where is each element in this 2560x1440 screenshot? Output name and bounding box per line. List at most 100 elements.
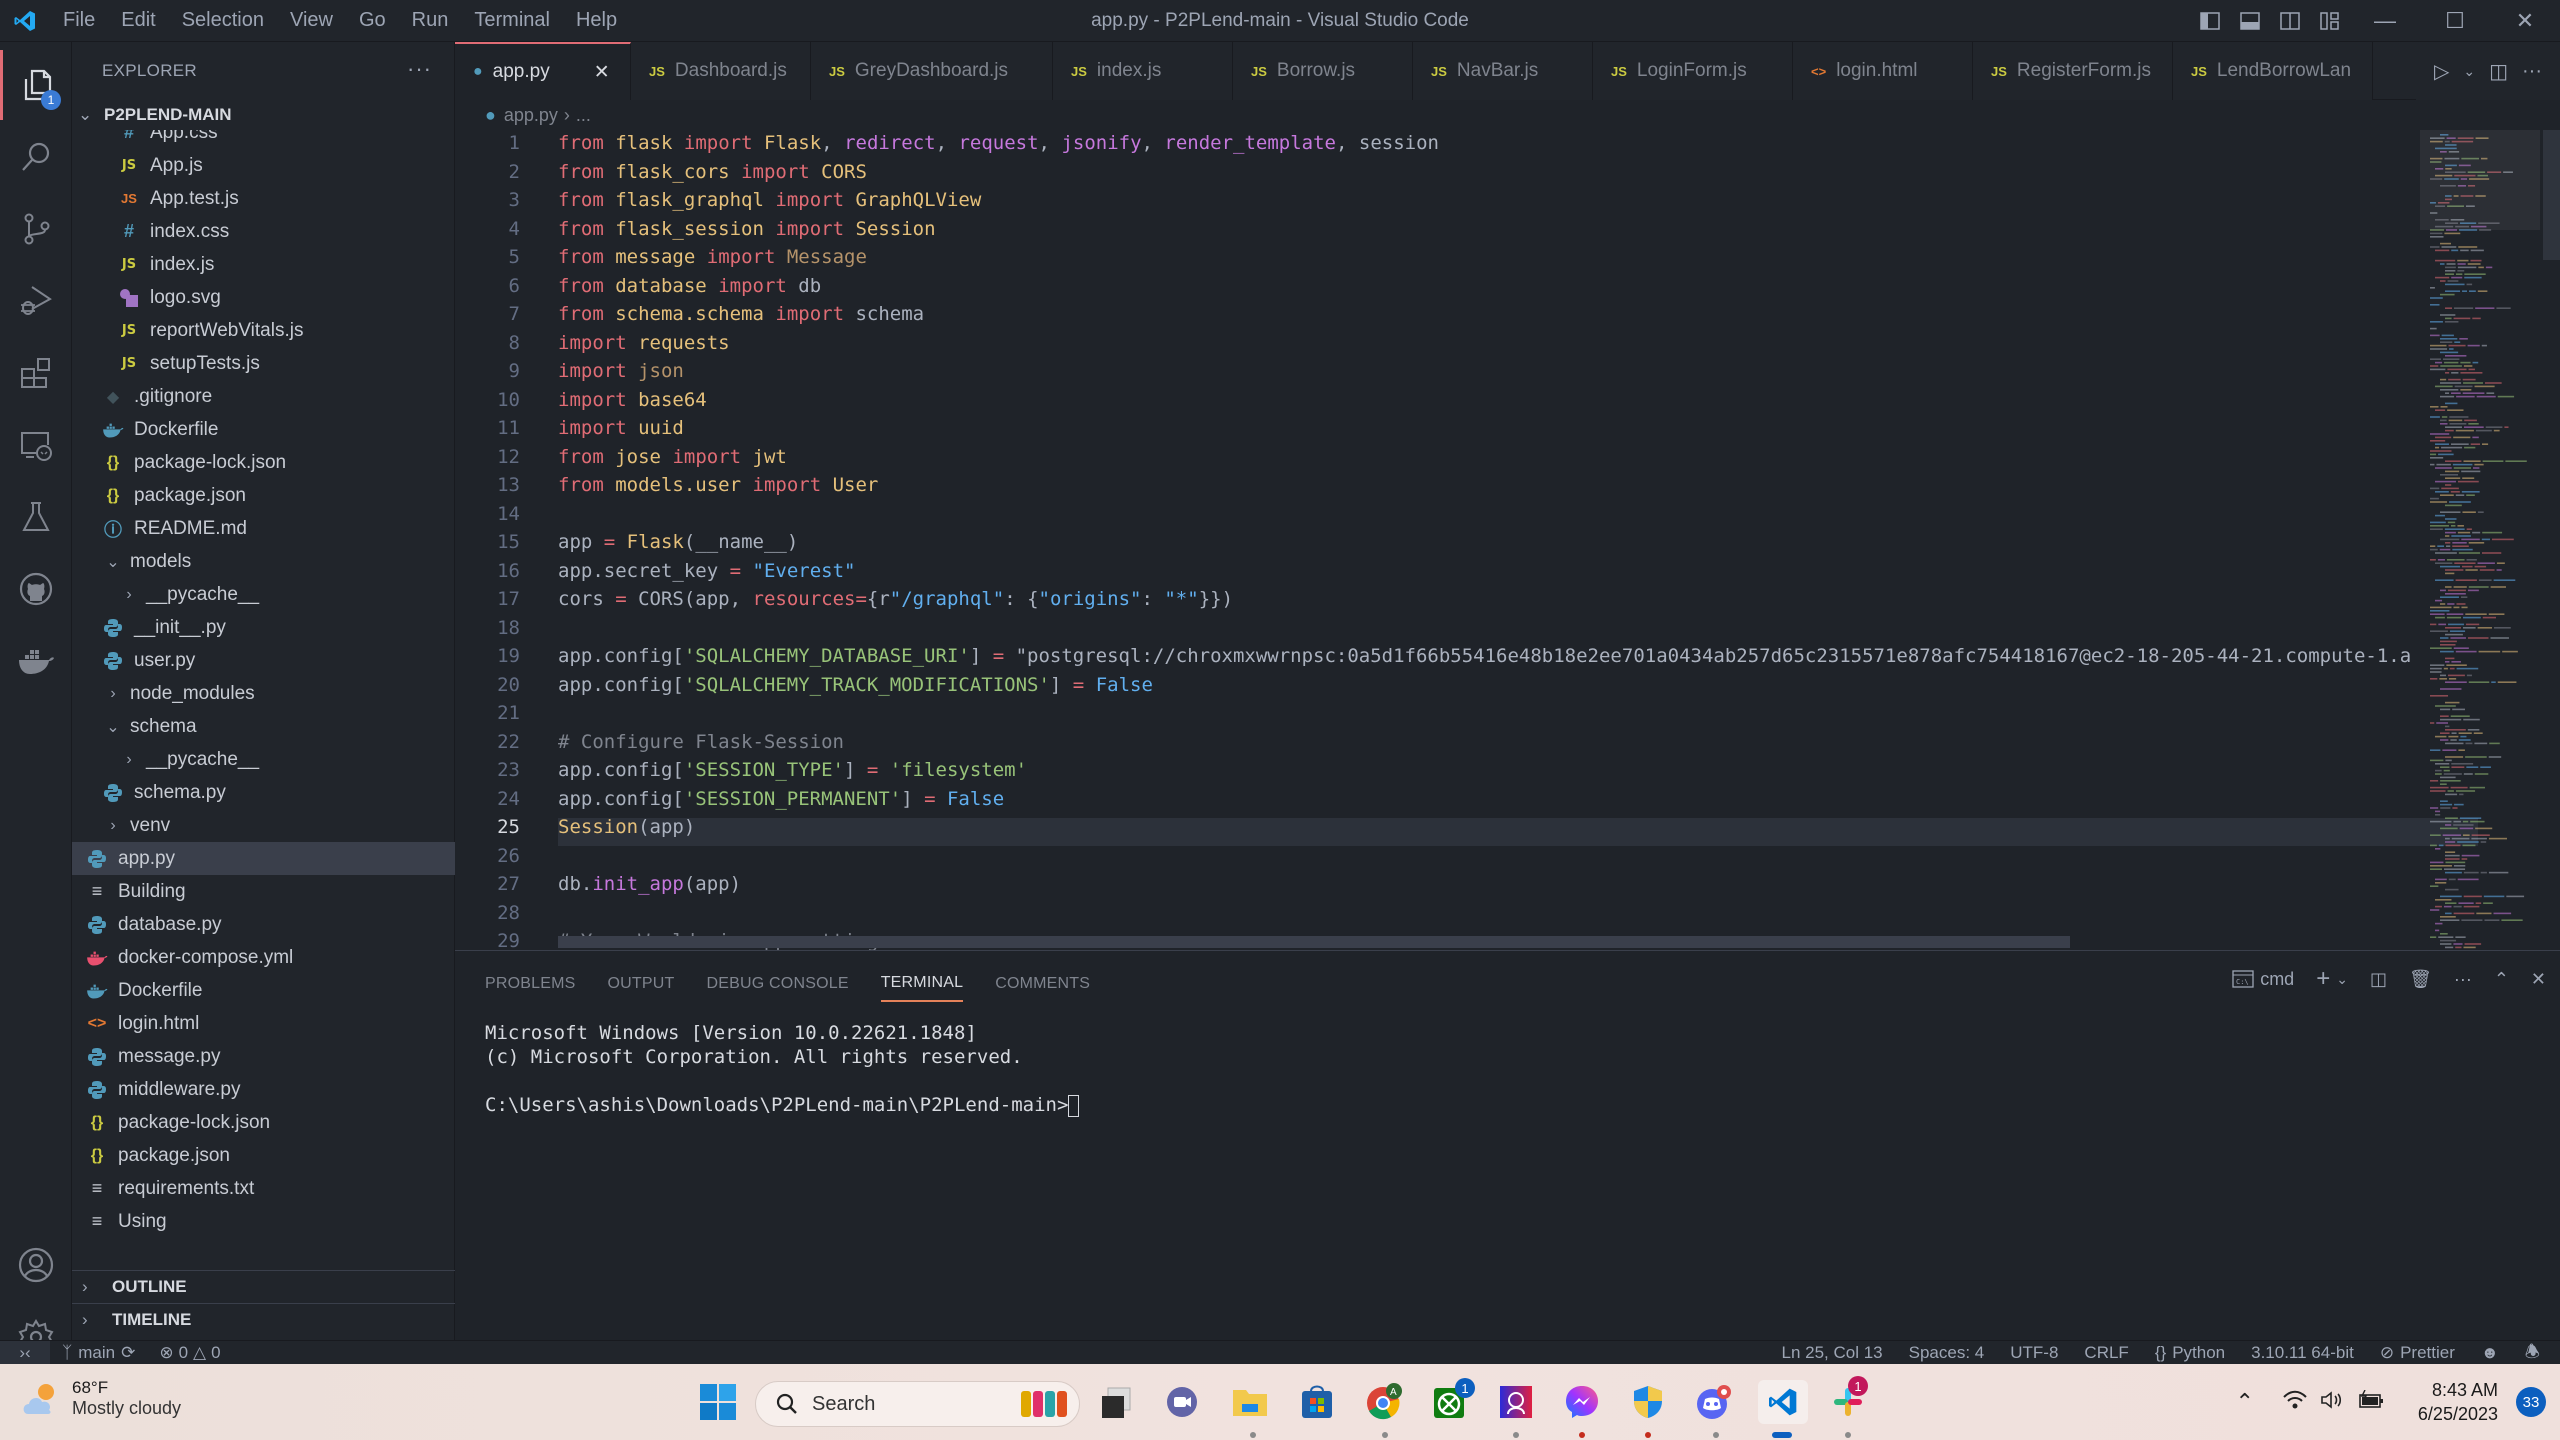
terminal-output[interactable]: Microsoft Windows [Version 10.0.22621.18… (485, 1021, 1080, 1117)
toggle-secondary-sidebar-button[interactable] (2270, 0, 2310, 42)
tree-file[interactable]: {} package.json (72, 479, 455, 512)
activity-explorer[interactable]: 1 (0, 50, 72, 120)
teams-meet-icon[interactable] (1160, 1380, 1204, 1424)
discord-icon[interactable] (1692, 1380, 1736, 1424)
tab-app-py[interactable]: ● app.py ✕ (455, 42, 631, 100)
tab-index-js[interactable]: JS index.js (1053, 42, 1233, 100)
tab-borrow-js[interactable]: JS Borrow.js (1233, 42, 1413, 100)
breadcrumb-file[interactable]: app.py (504, 105, 558, 126)
activity-remote-explorer[interactable] (0, 410, 72, 480)
tree-folder[interactable]: ⌄ schema (72, 710, 455, 743)
launch-profile-chevron-icon[interactable]: ⌄ (2336, 971, 2348, 988)
notification-center-badge[interactable]: 33 (2516, 1387, 2546, 1417)
prettier-status[interactable]: ⊘ Prettier (2380, 1343, 2455, 1363)
tree-file[interactable]: logo.svg (72, 281, 455, 314)
tree-file[interactable]: {} package.json (72, 1139, 455, 1172)
activity-extensions[interactable] (0, 338, 72, 408)
task-view-icon[interactable] (1094, 1380, 1138, 1424)
timeline-section[interactable]: › TIMELINE (72, 1303, 455, 1336)
tree-file[interactable]: user.py (72, 644, 455, 677)
menu-selection[interactable]: Selection (169, 9, 277, 32)
vertical-scrollbar[interactable] (2543, 130, 2560, 260)
tree-folder[interactable]: › venv (72, 809, 455, 842)
clock[interactable]: 8:43 AM 6/25/2023 (2418, 1378, 2498, 1426)
close-tab-icon[interactable]: ✕ (594, 61, 610, 84)
tree-file[interactable]: schema.py (72, 776, 455, 809)
encoding[interactable]: UTF-8 (2010, 1343, 2058, 1363)
tree-file[interactable]: message.py (72, 1040, 455, 1073)
menu-file[interactable]: File (50, 9, 108, 32)
tree-folder[interactable]: › node_modules (72, 677, 455, 710)
tree-folder[interactable]: › __pycache__ (72, 743, 455, 776)
outline-section[interactable]: › OUTLINE (72, 1270, 455, 1303)
tab-navbar-js[interactable]: JS NavBar.js (1413, 42, 1593, 100)
minimize-button[interactable]: — (2350, 0, 2420, 42)
tree-file[interactable]: <> login.html (72, 1007, 455, 1040)
tree-file[interactable]: # App.css (72, 130, 455, 149)
weather-widget[interactable]: 68°F Mostly cloudy (22, 1378, 181, 1419)
tree-file[interactable]: JS setupTests.js (72, 347, 455, 380)
tree-file[interactable]: # index.css (72, 215, 455, 248)
activity-docker[interactable] (0, 626, 72, 696)
tree-file[interactable]: ≡ requirements.txt (72, 1172, 455, 1205)
panel-tab-output[interactable]: OUTPUT (608, 966, 675, 1002)
maximize-panel-chevron-up-icon[interactable]: ⌃ (2494, 969, 2509, 990)
more-actions-button[interactable]: ··· (2522, 60, 2542, 83)
menu-view[interactable]: View (277, 9, 346, 32)
maximize-button[interactable]: ☐ (2420, 0, 2490, 42)
tree-file[interactable]: JS reportWebVitals.js (72, 314, 455, 347)
breadcrumb-symbols[interactable]: ... (576, 105, 591, 126)
horizontal-scrollbar[interactable] (558, 936, 2070, 948)
tree-file[interactable]: Dockerfile (72, 974, 455, 1007)
toggle-sidebar-button[interactable] (2190, 0, 2230, 42)
activity-run-debug[interactable] (0, 266, 72, 336)
run-dropdown-chevron-icon[interactable]: ⌄ (2463, 63, 2475, 80)
portrait-app-icon[interactable] (1494, 1380, 1538, 1424)
minimap[interactable] (2420, 130, 2540, 950)
tree-file[interactable]: {} package-lock.json (72, 446, 455, 479)
tab-greydashboard-js[interactable]: JS GreyDashboard.js (811, 42, 1053, 100)
activity-github[interactable] (0, 554, 72, 624)
code-editor[interactable]: 1 from flask import Flask, redirect, requ… (455, 130, 2560, 950)
tab-registerform-js[interactable]: JS RegisterForm.js (1973, 42, 2173, 100)
battery-charging-icon[interactable] (2358, 1389, 2384, 1415)
problems-indicator[interactable]: ⊗ 0 △ 0 (159, 1343, 220, 1363)
tab-lendborrowlan[interactable]: JS LendBorrowLan (2173, 42, 2373, 100)
microsoft-store-icon[interactable] (1295, 1380, 1339, 1424)
windows-security-icon[interactable] (1626, 1380, 1670, 1424)
tree-file[interactable]: app.py (72, 842, 455, 875)
tree-file[interactable]: middleware.py (72, 1073, 455, 1106)
python-interpreter[interactable]: 3.10.11 64-bit (2251, 1343, 2354, 1363)
kill-terminal-trash-icon[interactable]: 🗑 (2409, 969, 2432, 990)
tree-file[interactable]: Dockerfile (72, 413, 455, 446)
chrome-icon[interactable]: A (1362, 1380, 1406, 1424)
tree-folder[interactable]: ⌄ models (72, 545, 455, 578)
minimap-slider[interactable] (2420, 130, 2540, 230)
end-of-line[interactable]: CRLF (2084, 1343, 2128, 1363)
panel-tab-comments[interactable]: COMMENTS (995, 966, 1090, 1002)
taskbar-search[interactable]: Search (755, 1381, 1080, 1427)
close-window-button[interactable]: ✕ (2490, 0, 2560, 42)
tab-login-html[interactable]: <> login.html (1793, 42, 1973, 100)
file-explorer-icon[interactable] (1228, 1380, 1272, 1424)
feedback-icon[interactable]: ☻ (2481, 1343, 2499, 1363)
language-mode[interactable]: {} Python (2155, 1343, 2225, 1363)
new-terminal-button[interactable]: + (2316, 965, 2330, 993)
terminal-profile[interactable]: C:\ cmd (2232, 969, 2294, 990)
toggle-panel-button[interactable] (2230, 0, 2270, 42)
split-terminal-button[interactable]: ◫ (2370, 969, 2387, 990)
tab-dashboard-js[interactable]: JS Dashboard.js (631, 42, 811, 100)
menu-terminal[interactable]: Terminal (461, 9, 563, 32)
tree-file[interactable]: JS index.js (72, 248, 455, 281)
activity-accounts[interactable] (0, 1230, 72, 1300)
explorer-more-actions-button[interactable]: ··· (407, 56, 432, 82)
tree-file[interactable]: ◆ .gitignore (72, 380, 455, 413)
panel-tab-debug-console[interactable]: DEBUG CONSOLE (707, 966, 849, 1002)
remote-indicator[interactable]: ›‹ (0, 1340, 50, 1365)
sync-icon[interactable]: ⟳ (121, 1343, 135, 1363)
panel-tab-problems[interactable]: PROBLEMS (485, 966, 576, 1002)
activity-search[interactable] (0, 122, 72, 192)
wifi-icon[interactable] (2282, 1390, 2308, 1415)
tree-file[interactable]: database.py (72, 908, 455, 941)
run-python-file-button[interactable]: ▷ (2434, 59, 2449, 84)
